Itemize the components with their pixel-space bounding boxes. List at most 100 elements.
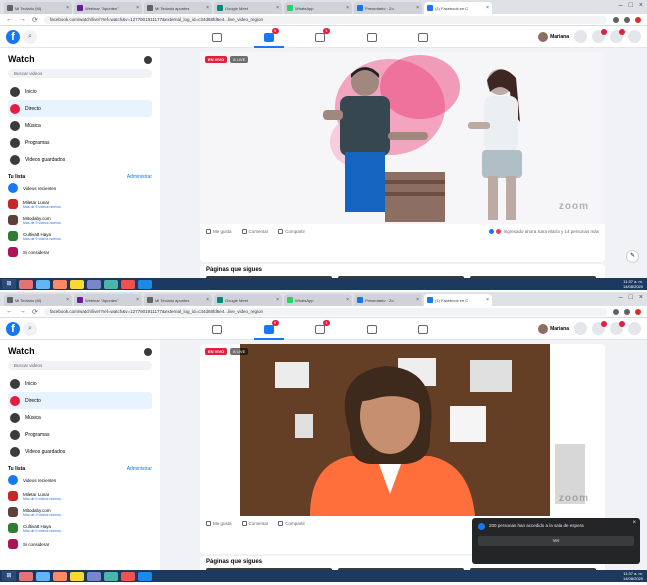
start-button[interactable]: ⊞	[2, 279, 16, 289]
video-search-input[interactable]: Buscar videos	[8, 361, 152, 370]
browser-tab[interactable]: Presentarlo · Zo ×	[354, 294, 422, 306]
close-tab-icon[interactable]: ×	[416, 297, 419, 303]
taskbar-app-icon[interactable]	[19, 279, 33, 289]
browser-tab-active[interactable]: (1) Facebook en C ×	[424, 2, 492, 14]
browser-tab[interactable]: Mi Teclado (M) ×	[4, 2, 72, 14]
sidebar-item-directo[interactable]: Directo	[8, 100, 152, 117]
url-field[interactable]: facebook.com/watch/live/?ref=watch&v=127…	[43, 307, 607, 316]
nav-marketplace[interactable]: 1	[303, 318, 337, 340]
close-tab-icon[interactable]: ×	[486, 5, 489, 11]
following-item[interactable]: Mitodaby.com Más de 9 videos nuevos	[8, 212, 152, 228]
taskbar-app-icon[interactable]	[104, 279, 118, 289]
browser-tab-active[interactable]: (1) Facebook en C ×	[424, 294, 492, 306]
video-search-input[interactable]: Buscar videos	[8, 69, 152, 78]
following-item[interactable]: Miletar Lunar Más de 9 videos nuevos	[8, 196, 152, 212]
minimize-icon[interactable]: –	[619, 294, 623, 301]
close-tab-icon[interactable]: ×	[346, 5, 349, 11]
nav-groups[interactable]	[355, 318, 389, 340]
profile-browser-icon[interactable]	[635, 308, 641, 315]
sidebar-item-programas[interactable]: Programas	[8, 134, 152, 151]
browser-tab[interactable]: Mi Teclado apuntes ×	[144, 294, 212, 306]
taskbar-app-icon[interactable]	[104, 571, 118, 581]
taskbar-app-icon[interactable]	[121, 571, 135, 581]
extension-icon[interactable]	[624, 308, 630, 315]
like-button[interactable]: Me gusta	[206, 228, 232, 234]
taskbar-app-icon[interactable]	[53, 279, 67, 289]
close-tab-icon[interactable]: ×	[276, 5, 279, 11]
notifications-icon[interactable]	[610, 29, 625, 43]
taskbar-app-icon[interactable]	[19, 571, 33, 581]
following-item[interactable]: Cultivatt Haya Más de 9 videos nuevos	[8, 520, 152, 536]
browser-tab[interactable]: WhatsApp ×	[284, 2, 352, 14]
browser-tab[interactable]: Google Meet ×	[214, 2, 282, 14]
sidebar-item-guardados[interactable]: Videos guardados	[8, 151, 152, 168]
sidebar-item-guardados[interactable]: Videos guardados	[8, 443, 152, 460]
forward-icon[interactable]: →	[19, 308, 26, 315]
browser-tab[interactable]: Webinar "Apuntes" ×	[74, 294, 142, 306]
comment-button[interactable]: Comentar	[241, 228, 268, 234]
taskbar-app-icon[interactable]	[70, 279, 84, 289]
start-button[interactable]: ⊞	[2, 571, 16, 581]
profile-button[interactable]: Mariana	[538, 323, 569, 334]
taskbar-app-icon[interactable]	[87, 571, 101, 581]
gear-icon[interactable]	[144, 56, 152, 64]
close-tab-icon[interactable]: ×	[136, 297, 139, 303]
sidebar-item-programas[interactable]: Programas	[8, 426, 152, 443]
facebook-logo-icon[interactable]: f	[6, 30, 20, 44]
messenger-icon[interactable]	[592, 29, 607, 43]
taskbar-app-icon[interactable]	[36, 571, 50, 581]
close-tab-icon[interactable]: ×	[416, 5, 419, 11]
sidebar-item-musica[interactable]: Música	[8, 117, 152, 134]
close-tab-icon[interactable]: ×	[66, 5, 69, 11]
following-item[interactable]: Videos recientes	[8, 180, 152, 196]
back-icon[interactable]: ←	[6, 16, 13, 23]
reload-icon[interactable]: ⟳	[32, 16, 38, 24]
star-icon[interactable]	[613, 308, 619, 315]
like-button[interactable]: Me gusta	[206, 520, 232, 526]
notifications-icon[interactable]	[610, 321, 625, 335]
new-message-icon[interactable]: ✎	[626, 250, 639, 263]
profile-browser-icon[interactable]	[635, 16, 641, 23]
following-item[interactable]: Si considerar	[8, 244, 152, 260]
search-icon[interactable]: ⌕	[23, 322, 37, 336]
back-icon[interactable]: ←	[6, 308, 13, 315]
reactions-summary[interactable]: Ingresado ahora Sara María y 14 personas…	[489, 228, 599, 234]
comment-button[interactable]: Comentar	[241, 520, 268, 526]
taskbar-app-icon[interactable]	[138, 571, 152, 581]
system-clock[interactable]: 11:37 a. m. 14/08/2020	[623, 571, 643, 581]
menu-icon[interactable]	[574, 322, 587, 335]
browser-tab[interactable]: Webinar "Apuntes" ×	[74, 2, 142, 14]
close-tab-icon[interactable]: ×	[486, 297, 489, 303]
minimize-icon[interactable]: –	[619, 2, 623, 9]
manage-link[interactable]: Administrar	[127, 174, 152, 180]
maximize-icon[interactable]: □	[629, 2, 633, 9]
manage-link[interactable]: Administrar	[127, 466, 152, 472]
live-video-player[interactable]: EN VIVO 8 LIVE zoom	[200, 344, 605, 516]
url-field[interactable]: facebook.com/watch/live/?ref=watch&v=127…	[43, 15, 607, 24]
close-tab-icon[interactable]: ×	[66, 297, 69, 303]
browser-tab[interactable]: WhatsApp ×	[284, 294, 352, 306]
live-video-player[interactable]: EN VIVO 8 LIVE zoom	[200, 52, 605, 224]
following-item[interactable]: Mitodaby.com Más de 9 videos nuevos	[8, 504, 152, 520]
nav-groups[interactable]	[355, 26, 389, 48]
taskbar-app-icon[interactable]	[53, 571, 67, 581]
taskbar-app-icon[interactable]	[87, 279, 101, 289]
nav-gaming[interactable]	[406, 26, 440, 48]
search-icon[interactable]: ⌕	[23, 30, 37, 44]
close-tab-icon[interactable]: ×	[276, 297, 279, 303]
reload-icon[interactable]: ⟳	[32, 308, 38, 316]
system-clock[interactable]: 11:37 a. m. 14/08/2020	[623, 279, 643, 289]
following-item[interactable]: Si considerar	[8, 536, 152, 552]
nav-marketplace[interactable]: 1	[303, 26, 337, 48]
nav-watch[interactable]: 9	[252, 318, 286, 340]
share-button[interactable]: Compartir	[278, 520, 305, 526]
nav-home[interactable]	[200, 318, 234, 340]
maximize-icon[interactable]: □	[629, 294, 633, 301]
gear-icon[interactable]	[144, 348, 152, 356]
browser-tab[interactable]: Mi Teclado apuntes ×	[144, 2, 212, 14]
taskbar-app-icon[interactable]	[70, 571, 84, 581]
facebook-logo-icon[interactable]: f	[6, 322, 20, 336]
browser-tab[interactable]: Google Meet ×	[214, 294, 282, 306]
following-item[interactable]: Videos recientes	[8, 472, 152, 488]
close-tab-icon[interactable]: ×	[206, 5, 209, 11]
